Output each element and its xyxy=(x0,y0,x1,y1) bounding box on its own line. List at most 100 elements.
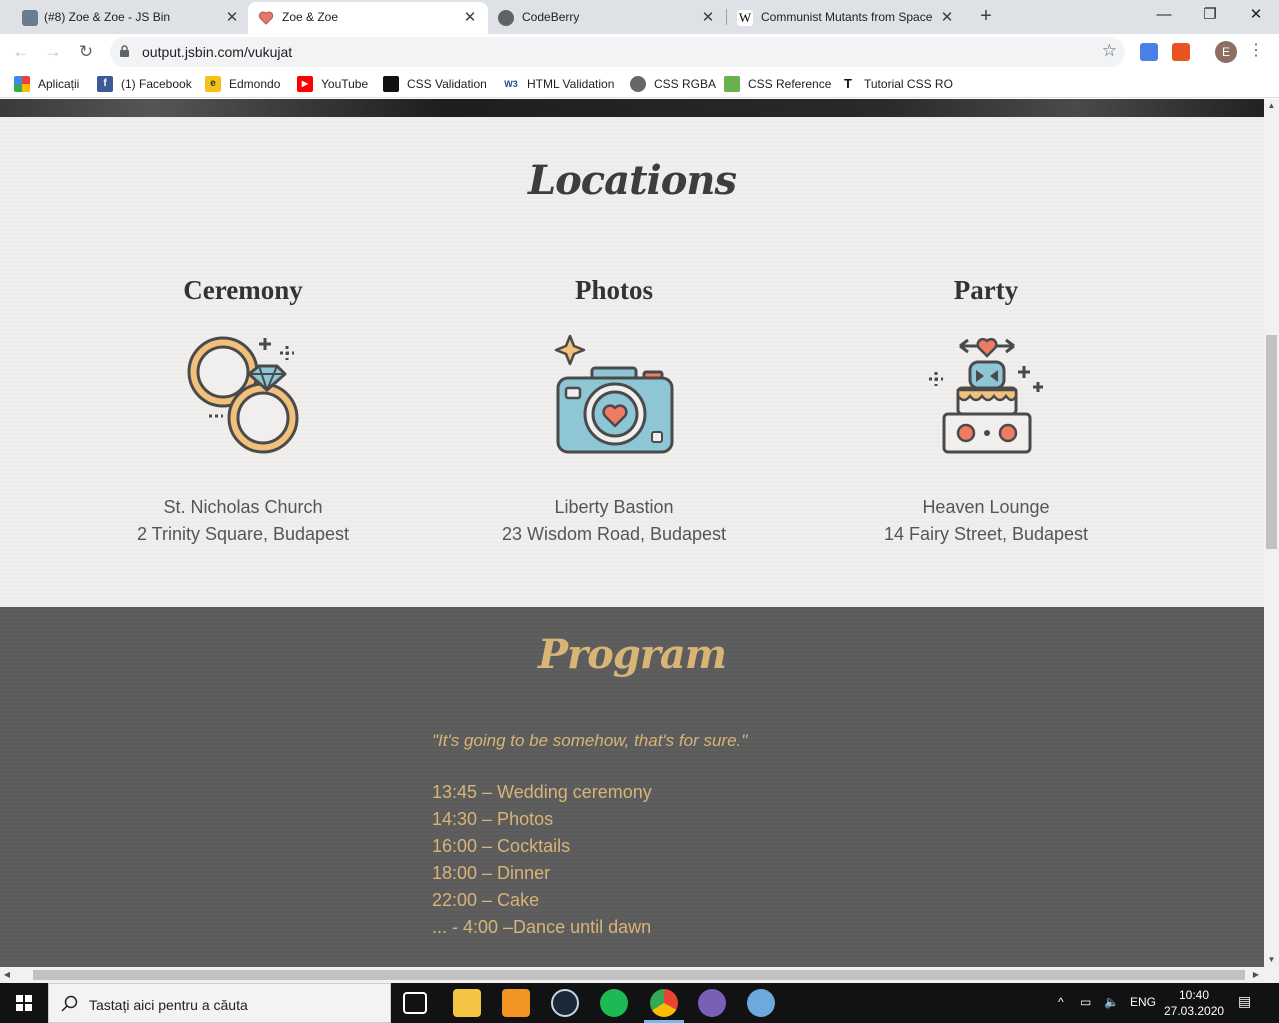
bookmarks-bar: Aplicații f (1) Facebook e Edmondo ▶ You… xyxy=(0,70,1279,98)
clock-time: 10:40 xyxy=(1178,988,1210,1002)
back-arrow-icon[interactable]: ← xyxy=(8,39,34,65)
office-extension-icon[interactable] xyxy=(1172,43,1190,61)
new-tab-button[interactable]: + xyxy=(973,5,999,29)
bookmark-edmondo[interactable]: e Edmondo xyxy=(205,76,280,92)
location-party: Party Heaven Lounge 14 Fairy Street, Bud… xyxy=(821,275,1151,548)
scroll-right-arrow-icon[interactable]: ▶ xyxy=(1249,967,1263,983)
schedule-item: ... - 4:00 –Dance until dawn xyxy=(432,917,652,937)
globe-icon xyxy=(630,76,646,92)
close-tab-icon[interactable]: ✕ xyxy=(222,8,242,28)
program-title: Program xyxy=(537,631,727,678)
scroll-left-arrow-icon[interactable]: ◀ xyxy=(0,967,14,983)
minimize-button[interactable]: — xyxy=(1141,0,1187,32)
bookmark-apps[interactable]: Aplicații xyxy=(14,76,79,92)
scroll-down-arrow-icon[interactable]: ▼ xyxy=(1264,953,1279,967)
schedule-item: 13:45 – Wedding ceremony xyxy=(432,782,652,802)
close-tab-icon[interactable]: ✕ xyxy=(460,8,480,28)
spotify-icon[interactable] xyxy=(600,989,628,1017)
location-address: 23 Wisdom Road, Budapest xyxy=(501,524,727,544)
task-view-icon[interactable] xyxy=(403,992,427,1014)
address-bar[interactable]: output.jsbin.com/vukujat ☆ xyxy=(110,37,1125,67)
bookmark-star-icon[interactable]: ☆ xyxy=(1102,41,1117,61)
paint-icon[interactable] xyxy=(747,989,775,1017)
network-icon[interactable]: ▭ xyxy=(1080,995,1091,1009)
page-viewport: Locations Ceremony St. Nicholas Church 2… xyxy=(0,99,1264,967)
browser-window: (#8) Zoe & Zoe - JS Bin ✕ Zoe & Zoe ✕ Co… xyxy=(0,0,1279,1023)
tab-zoe-zoe[interactable]: Zoe & Zoe ✕ xyxy=(248,2,488,34)
forward-arrow-icon[interactable]: → xyxy=(40,39,66,65)
tab-strip: (#8) Zoe & Zoe - JS Bin ✕ Zoe & Zoe ✕ Co… xyxy=(0,0,1279,34)
windows-taskbar: Tastați aici pentru a căuta ^ ▭ 🔈 ENG 10… xyxy=(0,983,1279,1023)
bookmark-label: CSS Reference xyxy=(748,77,832,91)
wedding-cake-icon xyxy=(929,337,1043,454)
location-name: Liberty Bastion xyxy=(554,497,674,517)
location-address: 2 Trinity Square, Budapest xyxy=(136,524,350,544)
location-ceremony: Ceremony St. Nicholas Church 2 Trinity S… xyxy=(78,275,408,548)
location-heading: Photos xyxy=(574,275,653,305)
globe-icon xyxy=(498,10,514,26)
reload-icon[interactable]: ↻ xyxy=(73,39,99,65)
wikipedia-icon: W xyxy=(737,10,753,26)
vertical-scrollbar[interactable]: ▲ ▼ xyxy=(1264,99,1279,967)
volume-icon[interactable]: 🔈 xyxy=(1104,995,1119,1009)
wedding-rings-icon xyxy=(187,336,299,454)
schedule-item: 16:00 – Cocktails xyxy=(432,836,571,856)
language-indicator[interactable]: ENG xyxy=(1130,995,1156,1009)
scroll-up-arrow-icon[interactable]: ▲ xyxy=(1264,99,1279,113)
bookmark-css-reference[interactable]: CSS Reference xyxy=(724,76,831,92)
bookmark-label: Edmondo xyxy=(229,77,281,91)
vertical-scroll-thumb[interactable] xyxy=(1266,335,1277,549)
close-window-button[interactable]: ✕ xyxy=(1233,0,1279,32)
w3c-icon: W3 xyxy=(503,76,519,92)
steam-icon[interactable] xyxy=(551,989,579,1017)
url-text[interactable]: output.jsbin.com/vukujat xyxy=(142,44,292,60)
hero-image-bottom xyxy=(0,99,1264,117)
horizontal-scrollbar[interactable]: ◀ ▶ xyxy=(0,967,1279,983)
show-hidden-icons-icon[interactable]: ^ xyxy=(1058,995,1064,1009)
lock-icon xyxy=(120,45,129,57)
sublime-text-icon[interactable] xyxy=(502,989,530,1017)
location-heading: Party xyxy=(953,275,1019,305)
restore-button[interactable]: ❐ xyxy=(1187,0,1233,32)
locations-title: Locations xyxy=(527,157,737,204)
schedule-item: 18:00 – Dinner xyxy=(432,863,551,883)
camera-icon xyxy=(554,334,674,454)
bookmark-css-validation[interactable]: CSS Validation xyxy=(383,76,487,92)
windows-start-icon[interactable] xyxy=(0,983,48,1023)
location-photos: Photos Liberty Bastion 23 Wisdom Road, B… xyxy=(449,275,779,548)
tab-label: Communist Mutants from Space xyxy=(761,10,933,24)
bookmark-tutorial-css[interactable]: T Tutorial CSS RO xyxy=(840,76,953,92)
tab-jsbin[interactable]: (#8) Zoe & Zoe - JS Bin ✕ xyxy=(0,2,248,34)
schedule-item: 14:30 – Photos xyxy=(432,809,554,829)
bookmark-html-validation[interactable]: W3 HTML Validation xyxy=(503,76,614,92)
apps-grid-icon xyxy=(14,76,30,92)
program-schedule: 13:45 – Wedding ceremony 14:30 – Photos … xyxy=(432,779,652,941)
bookmark-label: (1) Facebook xyxy=(121,77,192,91)
horizontal-scroll-thumb[interactable] xyxy=(33,970,1245,980)
location-name: St. Nicholas Church xyxy=(163,497,323,517)
notifications-icon[interactable]: ▤ xyxy=(1238,993,1251,1010)
profile-avatar[interactable]: E xyxy=(1215,41,1237,63)
bookmark-youtube[interactable]: ▶ YouTube xyxy=(297,76,368,92)
bookmark-facebook[interactable]: f (1) Facebook xyxy=(97,76,192,92)
github-desktop-icon[interactable] xyxy=(698,989,726,1017)
bookmark-css-rgba[interactable]: CSS RGBA xyxy=(630,76,716,92)
translate-extension-icon[interactable] xyxy=(1140,43,1158,61)
browser-toolbar: ← → ↻ output.jsbin.com/vukujat ☆ E ⋮ xyxy=(0,34,1279,70)
file-explorer-icon[interactable] xyxy=(453,989,481,1017)
taskbar-search[interactable]: Tastați aici pentru a căuta xyxy=(48,983,391,1023)
menu-kebab-icon[interactable]: ⋮ xyxy=(1248,40,1264,60)
close-tab-icon[interactable]: ✕ xyxy=(698,8,718,28)
chrome-icon[interactable] xyxy=(650,989,678,1017)
schedule-item: 22:00 – Cake xyxy=(432,890,540,910)
tab-label: Zoe & Zoe xyxy=(282,10,339,24)
taskbar-clock[interactable]: 10:40 27.03.2020 xyxy=(1164,987,1224,1019)
tab-wikipedia[interactable]: W Communist Mutants from Space ✕ xyxy=(727,2,965,34)
close-tab-icon[interactable]: ✕ xyxy=(937,8,957,28)
edmondo-icon: e xyxy=(205,76,221,92)
facebook-icon: f xyxy=(97,76,113,92)
tab-label: (#8) Zoe & Zoe - JS Bin xyxy=(44,10,171,24)
location-name: Heaven Lounge xyxy=(922,497,1050,517)
tab-codeberry[interactable]: CodeBerry ✕ xyxy=(488,2,726,34)
location-address: 14 Fairy Street, Budapest xyxy=(883,524,1089,544)
